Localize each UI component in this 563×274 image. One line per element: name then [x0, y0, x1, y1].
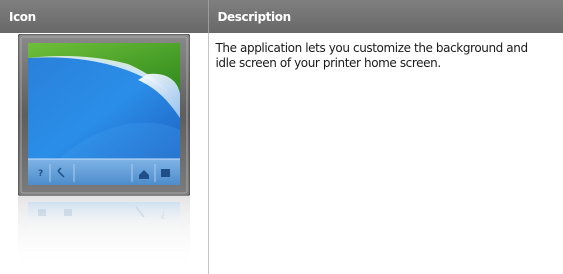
- description-column-header: Description: [208, 0, 563, 33]
- icon-column-header: Icon: [0, 0, 209, 33]
- icon-cell: ? ¿: [0, 33, 209, 274]
- svg-text:?: ?: [38, 169, 43, 179]
- description-cell: The application lets you customize the b…: [208, 33, 563, 274]
- icon-reflection: ¿: [18, 195, 190, 271]
- svg-text:¿: ¿: [161, 210, 165, 219]
- customize-display-icon: ?: [18, 34, 190, 196]
- table-header-row: Icon Description: [0, 0, 563, 33]
- icon-wrapper: ? ¿: [0, 33, 208, 273]
- table-row: ? ¿ The application lets you customize t…: [0, 33, 563, 274]
- icon-description-table: Icon Description ? ¿ The application let…: [0, 0, 563, 274]
- description-text: The application lets you customize the b…: [215, 41, 529, 70]
